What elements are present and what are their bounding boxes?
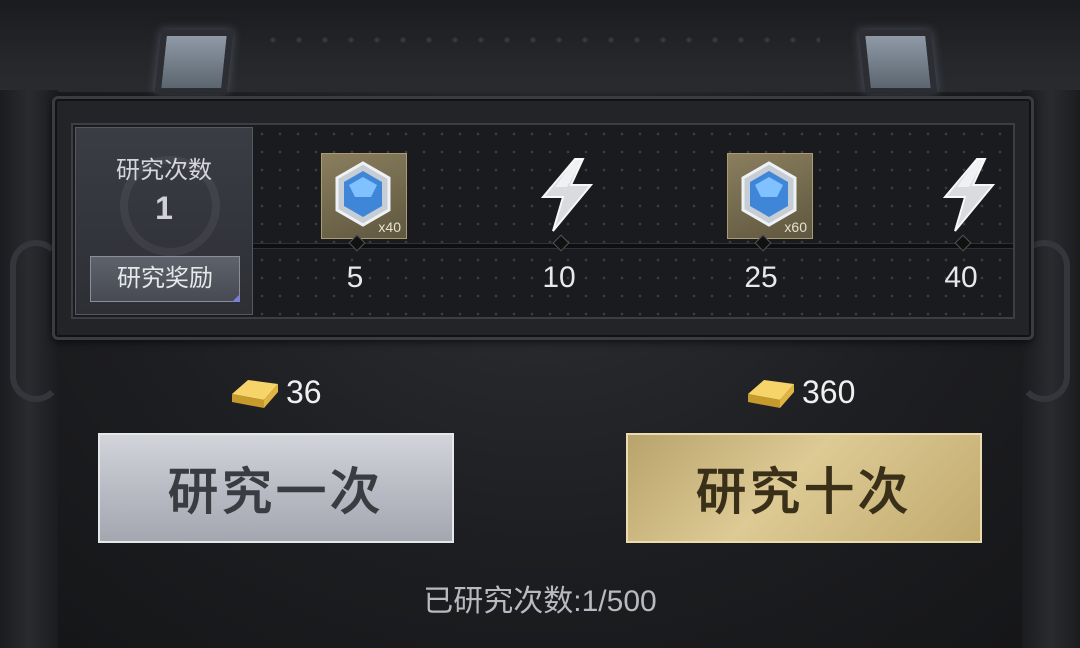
gem-quantity-badge: x60: [784, 219, 807, 235]
milestone-number: 25: [744, 261, 778, 294]
corner-marker-icon: [232, 294, 240, 302]
pillar-left: [0, 90, 62, 648]
rivet-row: [260, 30, 820, 50]
milestone-40[interactable]: 40: [901, 125, 1021, 317]
research-count-label: 研究次数: [116, 157, 212, 184]
research-ten-button[interactable]: 研究十次: [626, 433, 982, 543]
milestone-25[interactable]: x60 25: [701, 125, 821, 317]
ceiling-light-left: [154, 30, 234, 94]
blue-gem-icon: x60: [727, 153, 813, 239]
gold-bar-icon: [748, 380, 794, 408]
research-reward-button[interactable]: 研究奖励: [90, 256, 240, 302]
research-progress-text: 已研究次数:1/500: [423, 585, 657, 618]
research-ten-label: 研究十次: [696, 464, 912, 520]
research-reward-label: 研究奖励: [117, 265, 213, 292]
gem-quantity-badge: x40: [378, 219, 401, 235]
ten-cost-value: 360: [802, 373, 856, 410]
single-research-cost: 36: [226, 370, 322, 414]
silver-lightning-icon: [525, 153, 609, 237]
milestone-number: 40: [944, 261, 978, 294]
research-reward-panel: 研究次数 1 研究奖励 x40 5 10 x60 25 40: [52, 96, 1034, 340]
research-count-value: 1: [155, 190, 173, 226]
silver-lightning-icon: [927, 153, 1011, 237]
milestone-5[interactable]: x40 5: [295, 125, 415, 317]
milestone-marker: [954, 234, 972, 252]
milestone-number: 10: [542, 261, 576, 294]
reward-track-container: 研究次数 1 研究奖励 x40 5 10 x60 25 40: [71, 123, 1015, 319]
gold-bar-icon: [232, 380, 278, 408]
single-cost-value: 36: [286, 373, 322, 410]
ceiling-light-right: [858, 30, 938, 94]
research-once-label: 研究一次: [168, 464, 384, 520]
milestone-marker: [552, 234, 570, 252]
milestone-10[interactable]: 10: [499, 125, 619, 317]
blue-gem-icon: x40: [321, 153, 407, 239]
top-frame: [0, 0, 1080, 94]
ten-research-cost: 360: [742, 370, 855, 414]
research-count-block: 研究次数 1 研究奖励: [75, 127, 253, 315]
research-once-button[interactable]: 研究一次: [98, 433, 454, 543]
milestone-number: 5: [346, 261, 364, 294]
